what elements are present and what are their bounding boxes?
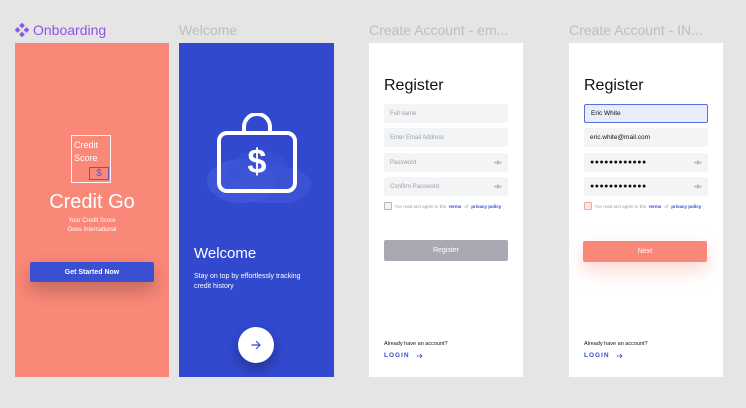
email-value: eric.white@mail.com (590, 134, 651, 141)
confirm-password-field[interactable]: Confirm Password (384, 177, 508, 196)
credit-score-logo: Credit Score $ (71, 135, 111, 183)
frame-label-create-info[interactable]: Create Account - IN... (569, 22, 703, 38)
next-arrow-button[interactable] (238, 327, 274, 363)
login-link[interactable]: LOGIN (584, 352, 623, 359)
password-field[interactable]: ●●●●●●●●●●●● (584, 153, 708, 172)
create-account-info-frame[interactable]: Register Eric White eric.white@mail.com … (569, 43, 723, 377)
terms-agreement: I've read and agree to the terms of priv… (584, 202, 701, 210)
terms-agreement: I've read and agree to the terms of priv… (384, 202, 501, 210)
eye-icon[interactable] (694, 184, 702, 189)
arrow-right-icon (251, 340, 261, 350)
frame-label-create-email[interactable]: Create Account - em... (369, 22, 508, 38)
terms-link[interactable]: terms (649, 204, 661, 209)
email-placeholder: Enter Email Address (390, 134, 445, 141)
get-started-button[interactable]: Get Started Now (30, 262, 154, 282)
svg-text:$: $ (248, 143, 267, 181)
eye-icon[interactable] (494, 160, 502, 165)
frame-label-welcome[interactable]: Welcome (179, 22, 237, 38)
confirm-password-placeholder: Confirm Password (390, 183, 440, 190)
confirm-password-value: ●●●●●●●●●●●● (590, 183, 647, 190)
welcome-description: Stay on top by effortlessly tracking cre… (194, 273, 301, 290)
terms-checkbox[interactable] (384, 202, 392, 210)
password-value: ●●●●●●●●●●●● (590, 159, 647, 166)
onboarding-frame[interactable]: Credit Score $ Credit Go Your Credit Sco… (15, 43, 169, 377)
register-title: Register (384, 77, 444, 94)
privacy-policy-link[interactable]: privacy policy (671, 204, 701, 209)
agree-text: I've read and agree to the (395, 203, 447, 209)
full-name-field[interactable]: Eric White (584, 104, 708, 123)
next-button[interactable]: Next (583, 241, 707, 262)
full-name-field[interactable]: Full name (384, 104, 508, 123)
full-name-placeholder: Full name (390, 110, 417, 117)
privacy-policy-link[interactable]: privacy policy (471, 204, 501, 209)
eye-icon[interactable] (494, 184, 502, 189)
email-field[interactable]: Enter Email Address (384, 128, 508, 147)
logo-line-2: Score (74, 153, 98, 163)
brand-name: Credit Go (49, 191, 135, 213)
already-account-text: Already have an account? (384, 341, 448, 347)
password-field[interactable]: Password (384, 153, 508, 172)
tagline-line-1: Your Credit Score (68, 218, 116, 224)
login-link[interactable]: LOGIN (384, 352, 423, 359)
of-text: of (664, 203, 669, 209)
already-account-text: Already have an account? (584, 341, 648, 347)
dollar-icon: $ (89, 167, 109, 180)
eye-icon[interactable] (694, 160, 702, 165)
arrow-right-icon (616, 353, 623, 358)
welcome-frame[interactable]: $ Welcome Stay on top by effortlessly tr… (179, 43, 334, 377)
confirm-password-field[interactable]: ●●●●●●●●●●●● (584, 177, 708, 196)
of-text: of (464, 203, 469, 209)
welcome-title: Welcome (194, 245, 257, 262)
frame-label-text: Onboarding (33, 22, 107, 38)
terms-link[interactable]: terms (449, 204, 461, 209)
arrow-right-icon (416, 353, 423, 358)
register-title: Register (584, 77, 644, 94)
password-placeholder: Password (390, 159, 417, 166)
register-button[interactable]: Register (384, 240, 508, 261)
agree-text: I've read and agree to the (595, 203, 647, 209)
tagline: Your Credit Score Goes International (15, 217, 169, 235)
terms-checkbox[interactable] (584, 202, 592, 210)
login-label: LOGIN (584, 352, 610, 359)
tagline-line-2: Goes International (67, 227, 117, 233)
email-field[interactable]: eric.white@mail.com (584, 128, 708, 147)
component-icon (15, 23, 29, 37)
frame-label-onboarding[interactable]: Onboarding (15, 22, 106, 38)
full-name-value: Eric White (591, 110, 621, 117)
logo-line-1: Credit (74, 140, 99, 150)
create-account-email-frame[interactable]: Register Full name Enter Email Address P… (369, 43, 523, 377)
money-bag-icon: $ (201, 112, 313, 205)
login-label: LOGIN (384, 352, 410, 359)
